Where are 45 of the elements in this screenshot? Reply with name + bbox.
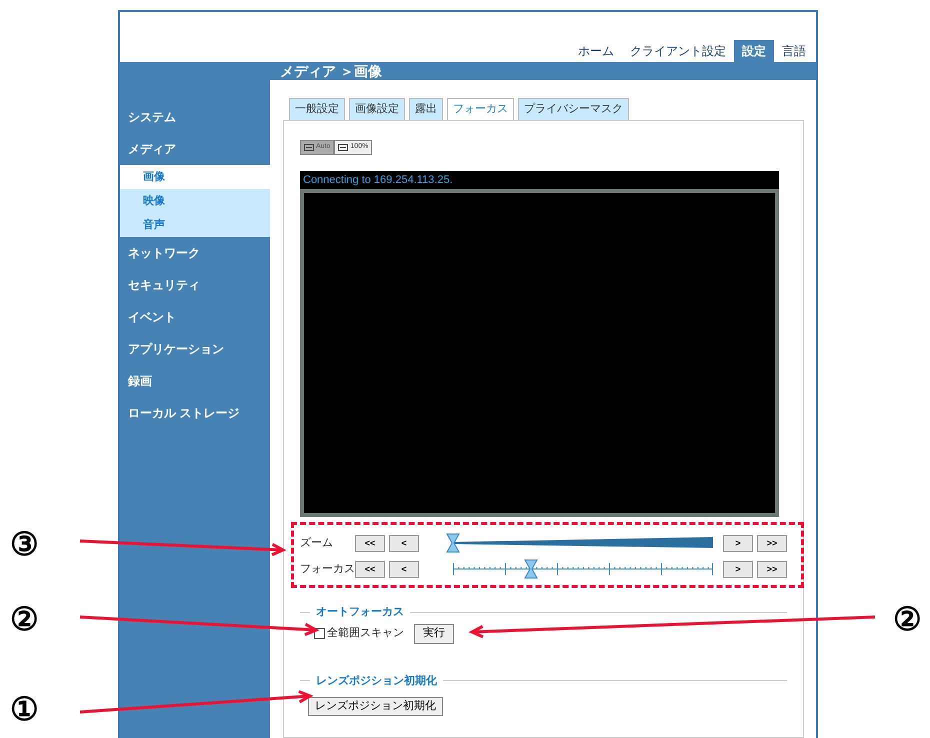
sidebar-item[interactable]: セキュリティ xyxy=(120,269,270,301)
resize-icon xyxy=(304,144,314,151)
callout-number: ② xyxy=(893,603,922,635)
checkbox-label: 全範囲スキャン xyxy=(327,626,404,642)
slider-thumb[interactable] xyxy=(524,559,538,579)
resize-icon xyxy=(338,144,348,151)
callout-number: ② xyxy=(10,603,39,635)
step-button[interactable]: >> xyxy=(757,560,787,578)
sidebar-item[interactable]: アプリケーション xyxy=(120,333,270,365)
callout-number: ③ xyxy=(10,528,39,560)
sidebar-subitem[interactable]: 映像 xyxy=(120,189,270,213)
run-button[interactable]: 実行 xyxy=(414,624,454,644)
sidebar-item[interactable]: システム xyxy=(120,101,270,133)
tab[interactable]: プライバシーマスク xyxy=(518,98,629,120)
sidebar-item[interactable]: ローカル ストレージ xyxy=(120,397,270,429)
slider-label: ズーム xyxy=(300,536,334,551)
nav-link[interactable]: 設定 xyxy=(734,40,774,62)
step-button[interactable]: << xyxy=(355,560,385,578)
tab[interactable]: フォーカス xyxy=(447,98,514,120)
step-button[interactable]: << xyxy=(355,534,385,552)
connection-status: Connecting to 169.254.113.25. xyxy=(302,173,454,188)
step-button[interactable]: >> xyxy=(757,534,787,552)
sidebar-subitem[interactable]: 音声 xyxy=(120,213,270,237)
step-button[interactable]: < xyxy=(389,560,419,578)
step-button[interactable]: > xyxy=(723,534,753,552)
step-button[interactable]: > xyxy=(723,560,753,578)
tab[interactable]: 画像設定 xyxy=(349,98,405,120)
callout-number: ① xyxy=(10,693,39,725)
sidebar-item[interactable]: メディア xyxy=(120,133,270,165)
nav-link[interactable]: ホーム xyxy=(570,40,622,62)
breadcrumb: メディア ＞画像 xyxy=(279,62,383,80)
sidebar-item[interactable]: 録画 xyxy=(120,365,270,397)
nav-link[interactable]: 言語 xyxy=(774,40,814,62)
slider-label: フォーカス xyxy=(300,562,355,577)
slider-thumb[interactable] xyxy=(446,533,460,553)
tab[interactable]: 露出 xyxy=(409,98,443,120)
section-title: オートフォーカス xyxy=(316,605,404,620)
sidebar-item[interactable]: ネットワーク xyxy=(120,237,270,269)
nav-link[interactable]: クライアント設定 xyxy=(622,40,734,62)
tab[interactable]: 一般設定 xyxy=(289,98,345,120)
step-button[interactable]: < xyxy=(389,534,419,552)
sidebar-subitem[interactable]: 画像 xyxy=(120,165,270,189)
sidebar-item[interactable]: イベント xyxy=(120,301,270,333)
section-title: レンズポジション初期化 xyxy=(316,674,437,688)
reset-button[interactable]: レンズポジション初期化 xyxy=(308,696,443,716)
